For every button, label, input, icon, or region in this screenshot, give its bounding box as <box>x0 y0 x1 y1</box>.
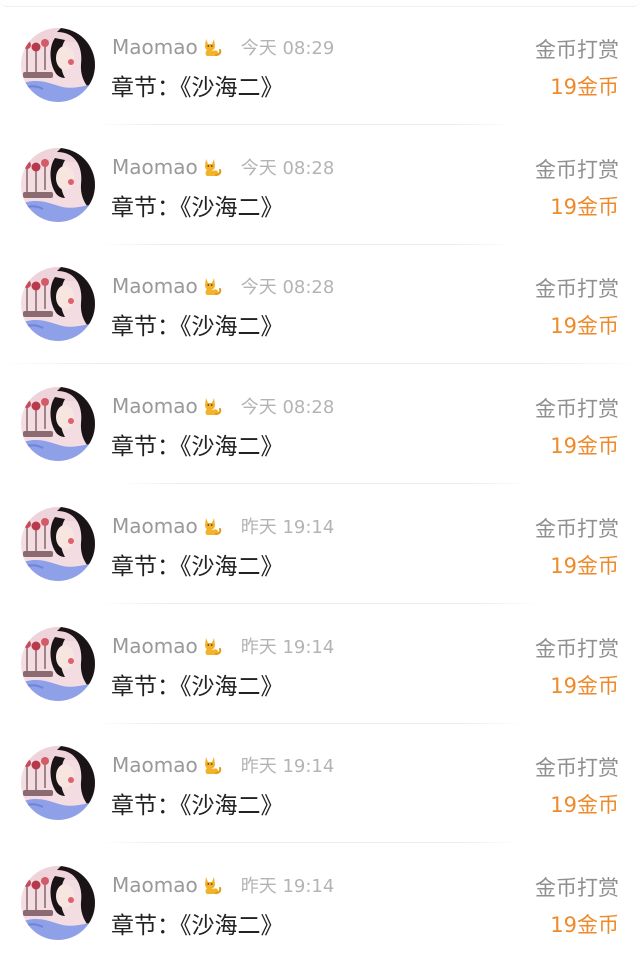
chapter-title[interactable]: 章节：《沙海二》 <box>111 68 284 102</box>
cat-icon <box>199 514 223 538</box>
reward-amount: 19金币 <box>550 75 619 99</box>
chapter-title[interactable]: 章节：《沙海二》 <box>111 427 284 461</box>
reward-amount: 19金币 <box>550 195 619 219</box>
reward-type: 金币打赏 <box>535 158 619 182</box>
username[interactable]: Maomao <box>112 514 198 538</box>
timestamp: 今天 08:28 <box>240 158 335 179</box>
username[interactable]: Maomao <box>112 873 198 897</box>
user-meta: Maomao 昨天 19:14 <box>112 872 334 898</box>
user-avatar[interactable] <box>21 507 95 581</box>
avatar-illustration <box>21 627 95 701</box>
reward-type: 金币打赏 <box>535 38 619 62</box>
reward-item[interactable]: Maomao 昨天 19:14 章节：《沙海二》 金币打赏 19金币 <box>0 718 640 843</box>
cat-icon <box>199 634 223 658</box>
reward-type: 金币打赏 <box>535 637 619 661</box>
user-meta: Maomao 今天 08:28 <box>112 273 334 299</box>
user-meta: Maomao 昨天 19:14 <box>112 633 334 659</box>
user-avatar[interactable] <box>21 746 95 820</box>
timestamp: 今天 08:28 <box>240 277 335 298</box>
reward-item[interactable]: Maomao 今天 08:28 章节：《沙海二》 金币打赏 19金币 <box>0 239 640 364</box>
reward-type: 金币打赏 <box>535 397 619 421</box>
username[interactable]: Maomao <box>112 35 198 59</box>
cat-icon <box>199 35 223 59</box>
reward-amount: 19金币 <box>550 314 619 338</box>
chapter-title[interactable]: 章节：《沙海二》 <box>111 667 284 701</box>
avatar-illustration <box>21 148 95 222</box>
chapter-title[interactable]: 章节：《沙海二》 <box>111 786 284 820</box>
reward-item[interactable]: Maomao 今天 08:28 章节：《沙海二》 金币打赏 19金币 <box>0 359 640 484</box>
user-avatar[interactable] <box>21 28 95 102</box>
username[interactable]: Maomao <box>112 753 198 777</box>
reward-amount: 19金币 <box>550 554 619 578</box>
cat-icon <box>199 394 223 418</box>
reward-type: 金币打赏 <box>535 517 619 541</box>
reward-type: 金币打赏 <box>535 756 619 780</box>
timestamp: 今天 08:28 <box>240 397 335 418</box>
avatar-illustration <box>21 507 95 581</box>
timestamp: 今天 08:29 <box>240 38 335 59</box>
reward-item[interactable]: Maomao 今天 08:28 章节：《沙海二》 金币打赏 19金币 <box>0 120 640 245</box>
user-avatar[interactable] <box>21 148 95 222</box>
chapter-title[interactable]: 章节：《沙海二》 <box>111 547 284 581</box>
avatar-illustration <box>21 866 95 940</box>
reward-item[interactable]: Maomao 昨天 19:14 章节：《沙海二》 金币打赏 19金币 <box>0 599 640 724</box>
username[interactable]: Maomao <box>112 155 198 179</box>
username[interactable]: Maomao <box>112 634 198 658</box>
avatar-illustration <box>21 28 95 102</box>
timestamp: 昨天 19:14 <box>240 517 335 538</box>
timestamp: 昨天 19:14 <box>240 637 335 658</box>
reward-item[interactable]: Maomao 昨天 19:14 章节：《沙海二》 金币打赏 19金币 <box>0 838 640 957</box>
user-avatar[interactable] <box>21 627 95 701</box>
cat-icon <box>199 873 223 897</box>
user-avatar[interactable] <box>21 387 95 461</box>
chapter-title[interactable]: 章节：《沙海二》 <box>111 906 284 940</box>
reward-type: 金币打赏 <box>535 277 619 301</box>
chapter-title[interactable]: 章节：《沙海二》 <box>111 188 284 222</box>
username[interactable]: Maomao <box>112 394 198 418</box>
chapter-title[interactable]: 章节：《沙海二》 <box>111 307 284 341</box>
cat-icon <box>199 274 223 298</box>
reward-item[interactable]: Maomao 昨天 19:14 章节：《沙海二》 金币打赏 19金币 <box>0 479 640 604</box>
username[interactable]: Maomao <box>112 274 198 298</box>
avatar-illustration <box>21 387 95 461</box>
reward-type: 金币打赏 <box>535 876 619 900</box>
timestamp: 昨天 19:14 <box>240 756 335 777</box>
user-meta: Maomao 今天 08:28 <box>112 393 334 419</box>
user-meta: Maomao 今天 08:28 <box>112 154 334 180</box>
cat-icon <box>199 155 223 179</box>
reward-amount: 19金币 <box>550 793 619 817</box>
reward-amount: 19金币 <box>550 913 619 937</box>
avatar-illustration <box>21 267 95 341</box>
user-avatar[interactable] <box>21 267 95 341</box>
reward-amount: 19金币 <box>550 674 619 698</box>
cat-icon <box>199 753 223 777</box>
timestamp: 昨天 19:14 <box>240 876 335 897</box>
user-meta: Maomao 昨天 19:14 <box>112 752 334 778</box>
user-avatar[interactable] <box>21 866 95 940</box>
user-meta: Maomao 今天 08:29 <box>112 34 334 60</box>
user-meta: Maomao 昨天 19:14 <box>112 513 334 539</box>
reward-amount: 19金币 <box>550 434 619 458</box>
reward-item[interactable]: Maomao 今天 08:29 章节：《沙海二》 金币打赏 19金币 <box>0 0 640 125</box>
avatar-illustration <box>21 746 95 820</box>
